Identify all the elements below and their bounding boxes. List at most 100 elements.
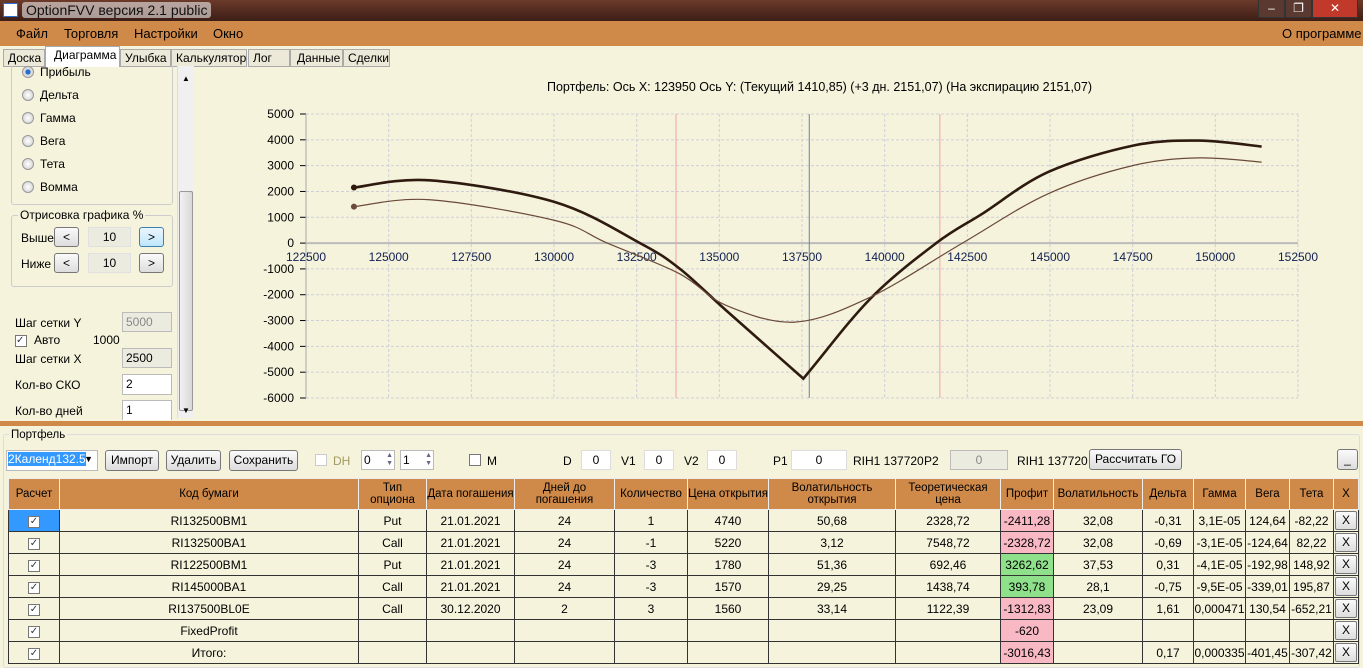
radio-vomma[interactable]: Вомма <box>22 180 78 194</box>
table-row[interactable]: ✓ Итого: -3016,43 0,17 0,000335 -401,45 -307,4… <box>8 641 1359 664</box>
grid-x-input[interactable]: 2500 <box>122 348 172 368</box>
table-cell: -1312,83 <box>1000 597 1054 620</box>
tab-data[interactable]: Данные <box>290 49 343 67</box>
calc-checkbox[interactable]: ✓ <box>28 582 40 594</box>
above-increase-button[interactable]: > <box>139 227 164 247</box>
grid-y-input[interactable]: 5000 <box>122 312 172 332</box>
table-row[interactable]: ✓ FixedProfit -620 X <box>8 619 1359 642</box>
column-header[interactable]: Количество <box>614 478 688 510</box>
radio-delta[interactable]: Дельта <box>22 88 79 102</box>
minimize-panel-button[interactable]: _ <box>1337 449 1358 470</box>
v2-input[interactable]: 0 <box>707 450 737 470</box>
save-button[interactable]: Сохранить <box>229 450 298 471</box>
menu-file[interactable]: Файл <box>16 26 48 41</box>
import-button[interactable]: Импорт <box>105 450 159 471</box>
column-header[interactable]: Волатильность открытия <box>768 478 896 510</box>
column-header[interactable]: Тета <box>1289 478 1334 510</box>
column-header[interactable]: Код бумаги <box>59 478 359 510</box>
spinner-arrows-icon[interactable]: ▲ ▼ <box>425 452 432 468</box>
tab-smile[interactable]: Улыбка <box>120 49 171 67</box>
dh-checkbox[interactable] <box>315 454 327 466</box>
table-row[interactable]: ✓ RI132500BA1 Call 21.01.2021 24 -1 5220 3,12 75… <box>8 531 1359 554</box>
table-row[interactable]: ✓ RI132500BM1 Put 21.01.2021 24 1 4740 50,68 232… <box>8 509 1359 532</box>
auto-label: Авто <box>34 333 61 347</box>
calc-checkbox-cell[interactable]: ✓ <box>8 619 60 642</box>
remove-row-button[interactable]: X <box>1335 577 1357 596</box>
scrollbar-thumb[interactable] <box>179 191 193 411</box>
p1-input[interactable]: 0 <box>791 450 847 470</box>
sko-input[interactable]: 2 <box>122 374 172 395</box>
radio-vega[interactable]: Вега <box>22 134 65 148</box>
table-cell: 24 <box>514 531 615 554</box>
tab-deals[interactable]: Сделки <box>343 49 390 67</box>
spin1-input[interactable]: 0 ▲ ▼ <box>361 450 395 470</box>
calc-checkbox[interactable]: ✓ <box>28 516 40 528</box>
menu-settings[interactable]: Настройки <box>134 26 198 41</box>
column-header[interactable]: Дата погашения <box>426 478 515 510</box>
calc-checkbox[interactable]: ✓ <box>28 648 40 660</box>
column-header[interactable]: Цена открытия <box>687 478 769 510</box>
radio-theta[interactable]: Тета <box>22 157 65 171</box>
calc-checkbox[interactable]: ✓ <box>28 626 40 638</box>
table-row[interactable]: ✓ RI137500BL0E Call 30.12.2020 2 3 1560 33,14 11… <box>8 597 1359 620</box>
splitter[interactable] <box>0 421 1363 426</box>
column-header[interactable]: Дней до погашения <box>514 478 615 510</box>
remove-row-button[interactable]: X <box>1335 555 1357 574</box>
column-header[interactable]: Дельта <box>1142 478 1194 510</box>
remove-row-button[interactable]: X <box>1335 621 1357 640</box>
column-header[interactable]: Профит <box>1000 478 1054 510</box>
spinner-arrows-icon[interactable]: ▲ ▼ <box>386 452 393 468</box>
remove-row-button[interactable]: X <box>1335 533 1357 552</box>
column-header[interactable]: Тип опциона <box>358 478 427 510</box>
portfolio-select[interactable]: 2Календ132.5 ▼ <box>6 450 98 471</box>
days-input[interactable]: 1 <box>122 400 172 420</box>
left-panel-scrollbar[interactable]: ▲ ▼ <box>177 66 194 418</box>
menu-window[interactable]: Окно <box>213 26 243 41</box>
column-header[interactable]: Расчет <box>8 478 60 510</box>
calc-checkbox-cell[interactable]: ✓ <box>8 553 60 576</box>
calc-checkbox[interactable]: ✓ <box>28 604 40 616</box>
close-window-button[interactable]: ✕ <box>1312 0 1358 18</box>
auto-checkbox[interactable]: ✓ <box>15 332 27 347</box>
column-header[interactable]: Гамма <box>1193 478 1246 510</box>
column-header[interactable]: Волатильность <box>1053 478 1143 510</box>
remove-row-button[interactable]: X <box>1335 599 1357 618</box>
below-increase-button[interactable]: > <box>139 253 164 273</box>
calc-checkbox[interactable]: ✓ <box>28 538 40 550</box>
calc-checkbox-cell[interactable]: ✓ <box>8 597 60 620</box>
delete-button[interactable]: Удалить <box>166 450 221 471</box>
scroll-up-icon[interactable]: ▲ <box>182 74 190 83</box>
minimize-window-button[interactable]: – <box>1258 0 1285 18</box>
calc-checkbox[interactable]: ✓ <box>28 560 40 572</box>
calc-checkbox-cell[interactable]: ✓ <box>8 575 60 598</box>
table-cell: 21.01.2021 <box>426 553 515 576</box>
p2-input[interactable]: 0 <box>950 450 1008 470</box>
tab-diagram[interactable]: Диаграмма <box>45 46 120 67</box>
calc-checkbox-cell[interactable]: ✓ <box>8 641 60 664</box>
column-header[interactable]: Вега <box>1245 478 1290 510</box>
below-decrease-button[interactable]: < <box>54 253 79 273</box>
m-checkbox[interactable] <box>469 454 481 466</box>
remove-row-button[interactable]: X <box>1335 511 1357 530</box>
menu-about[interactable]: О программе <box>1282 26 1362 41</box>
table-row[interactable]: ✓ RI122500BM1 Put 21.01.2021 24 -3 1780 51,36 69… <box>8 553 1359 576</box>
above-decrease-button[interactable]: < <box>54 227 79 247</box>
tab-calculator[interactable]: Калькулятор <box>171 49 247 67</box>
column-header[interactable]: X <box>1333 478 1359 510</box>
scroll-down-icon[interactable]: ▼ <box>182 406 190 415</box>
calc-checkbox-cell[interactable]: ✓ <box>8 531 60 554</box>
tab-log[interactable]: Лог <box>248 49 290 67</box>
calc-checkbox-cell[interactable]: ✓ <box>8 509 60 532</box>
spin2-input[interactable]: 1 ▲ ▼ <box>400 450 434 470</box>
table-row[interactable]: ✓ RI145000BA1 Call 21.01.2021 24 -3 1570 29,25 1… <box>8 575 1359 598</box>
radio-gamma[interactable]: Гамма <box>22 111 76 125</box>
remove-row-button[interactable]: X <box>1335 643 1357 662</box>
tab-board[interactable]: Доска <box>3 49 45 67</box>
v1-input[interactable]: 0 <box>644 450 674 470</box>
maximize-window-button[interactable]: ❐ <box>1285 0 1312 18</box>
column-header[interactable]: Теоретическая цена <box>895 478 1001 510</box>
menu-trading[interactable]: Торговля <box>64 26 118 41</box>
radio-profit[interactable]: Прибыль <box>22 66 91 79</box>
d-input[interactable]: 0 <box>581 450 611 470</box>
calculate-go-button[interactable]: Рассчитать ГО <box>1089 449 1182 470</box>
